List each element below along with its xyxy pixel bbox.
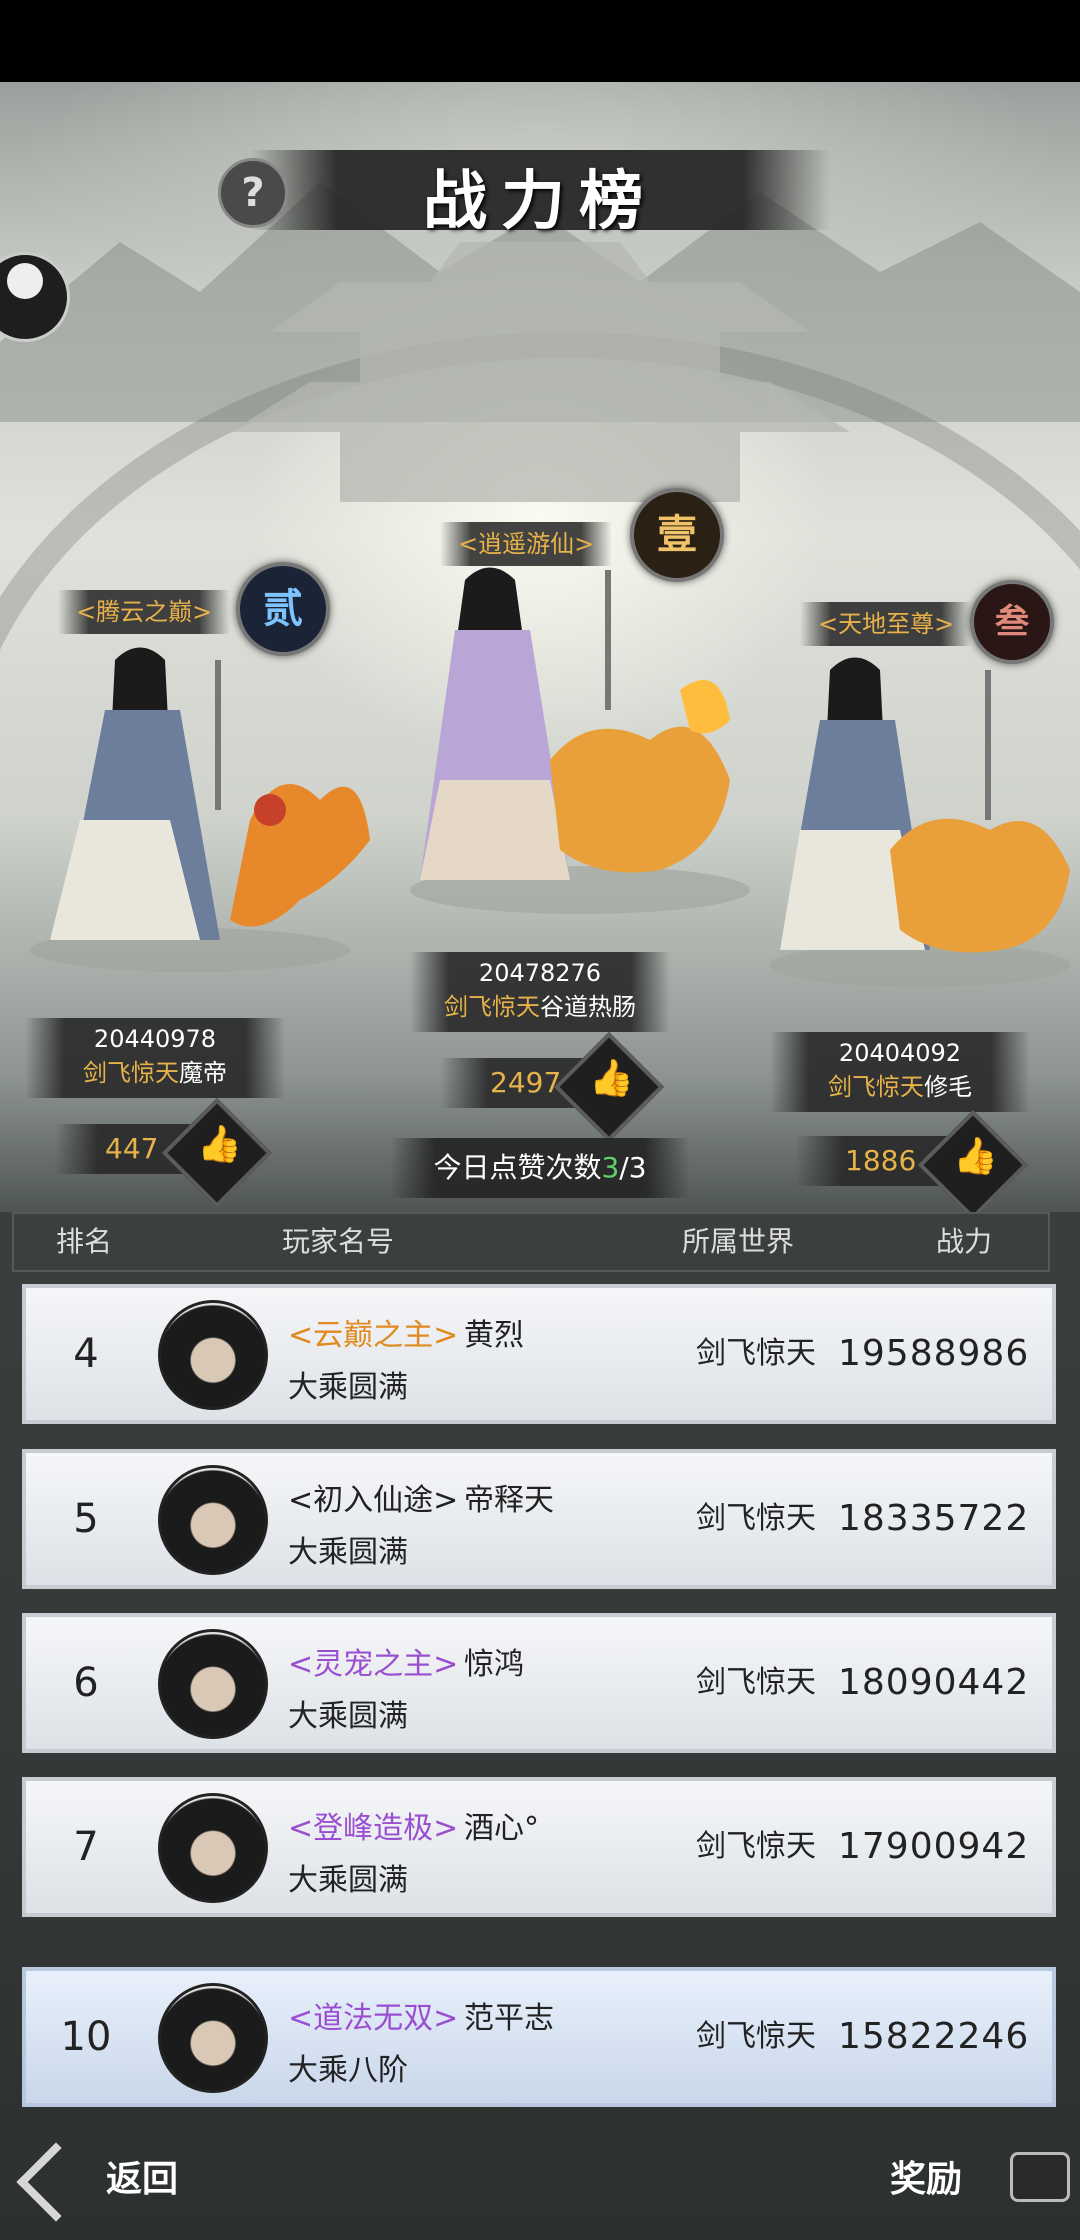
header-power: 战力 bbox=[936, 1225, 993, 1258]
player-title-tag: <道法无双> bbox=[288, 2001, 459, 2036]
thumbs-up-icon: 👍 bbox=[953, 1136, 998, 1178]
rank-2-badge: 贰 bbox=[236, 562, 330, 656]
header-player: 玩家名号 bbox=[282, 1225, 395, 1258]
rank-3-power: 20404092 bbox=[838, 1039, 962, 1067]
player-title-tag: <云巅之主> bbox=[288, 1318, 459, 1353]
rank-3-title-tag: <天地至尊> bbox=[800, 602, 973, 646]
header-world: 所属世界 bbox=[682, 1225, 795, 1258]
daily-like-total: /3 bbox=[619, 1151, 647, 1184]
player-avatar[interactable] bbox=[158, 1793, 268, 1903]
row-rank: 6 bbox=[73, 1660, 99, 1706]
self-ranking-row[interactable]: 10 <道法无双> 范平志 大乘八阶 剑飞惊天 15822246 bbox=[22, 1967, 1056, 2107]
daily-like-label: 今日点赞次数 bbox=[433, 1151, 602, 1184]
player-avatar[interactable] bbox=[158, 1629, 268, 1739]
rank-1-world: 剑飞惊天 bbox=[444, 993, 540, 1021]
table-row[interactable]: 5 <初入仙途> 帝释天 大乘圆满 剑飞惊天 18335722 bbox=[22, 1449, 1056, 1589]
player-world: 剑飞惊天 bbox=[696, 1829, 816, 1864]
table-row[interactable]: 4 <云巅之主> 黄烈 大乘圆满 剑飞惊天 19588986 bbox=[22, 1284, 1056, 1424]
back-arrow-icon bbox=[16, 2142, 96, 2222]
player-world: 剑飞惊天 bbox=[696, 2019, 816, 2054]
reward-label: 奖励 bbox=[890, 2158, 963, 2200]
player-name: 范平志 bbox=[464, 2001, 554, 2036]
thumbs-up-icon: 👍 bbox=[197, 1124, 242, 1166]
player-realm: 大乘圆满 bbox=[288, 1863, 408, 1898]
player-realm: 大乘八阶 bbox=[288, 2053, 408, 2088]
ranking-table-header: 排名 玩家名号 所属世界 战力 bbox=[12, 1212, 1050, 1272]
header-rank: 排名 bbox=[56, 1225, 113, 1258]
player-avatar[interactable] bbox=[158, 1465, 268, 1575]
player-title-tag: <灵宠之主> bbox=[288, 1647, 459, 1682]
player-title-tag: <初入仙途> bbox=[288, 1483, 459, 1518]
rank-2-power: 20440978 bbox=[93, 1025, 217, 1053]
reward-button[interactable]: 奖励 bbox=[890, 2146, 1070, 2210]
rank-1-name: 谷道热肠 bbox=[540, 993, 636, 1021]
back-button[interactable]: 返回 bbox=[16, 2142, 208, 2222]
player-name: 黄烈 bbox=[464, 1318, 524, 1353]
rank-1-power: 20478276 bbox=[478, 959, 602, 987]
row-rank: 10 bbox=[60, 2014, 112, 2060]
daily-like-counter: 今日点赞次数3/3 bbox=[390, 1138, 690, 1198]
back-label: 返回 bbox=[106, 2158, 179, 2200]
table-row[interactable]: 6 <灵宠之主> 惊鸿 大乘圆满 剑飞惊天 18090442 bbox=[22, 1613, 1056, 1753]
rank-3-world: 剑飞惊天 bbox=[828, 1073, 924, 1101]
player-avatar[interactable] bbox=[158, 1300, 268, 1410]
rank-2-title-tag: <腾云之巅> bbox=[58, 590, 231, 634]
player-power: 19588986 bbox=[838, 1333, 1030, 1374]
page-title: 战力榜 bbox=[423, 164, 657, 239]
rank-1-character-figure[interactable] bbox=[400, 560, 750, 940]
rank-2-name: 魔帝 bbox=[179, 1059, 227, 1087]
rank-2-character-figure[interactable] bbox=[20, 640, 390, 980]
player-title-tag: <登峰造极> bbox=[288, 1811, 459, 1846]
player-power: 15822246 bbox=[838, 2016, 1030, 2057]
rank-2-world: 剑飞惊天 bbox=[83, 1059, 179, 1087]
player-name: 酒心° bbox=[464, 1811, 539, 1846]
player-name: 帝释天 bbox=[464, 1483, 554, 1518]
rank-3-info: 20404092 剑飞惊天修毛 bbox=[770, 1032, 1030, 1112]
status-bar bbox=[0, 0, 1080, 82]
row-rank: 7 bbox=[73, 1824, 99, 1870]
player-realm: 大乘圆满 bbox=[288, 1370, 408, 1405]
player-avatar[interactable] bbox=[158, 1983, 268, 2093]
rank-2-info: 20440978 剑飞惊天魔帝 bbox=[25, 1018, 285, 1098]
rank-3-character-figure[interactable] bbox=[760, 650, 1080, 990]
rank-3-name: 修毛 bbox=[924, 1073, 972, 1101]
player-world: 剑飞惊天 bbox=[696, 1336, 816, 1371]
treasure-chest-icon bbox=[1010, 2152, 1070, 2202]
help-button[interactable]: ? bbox=[218, 158, 288, 228]
palace-illustration bbox=[230, 242, 850, 502]
daily-like-used: 3 bbox=[601, 1151, 620, 1184]
thumbs-up-icon: 👍 bbox=[589, 1058, 634, 1100]
row-rank: 5 bbox=[73, 1496, 99, 1542]
player-world: 剑飞惊天 bbox=[696, 1665, 816, 1700]
player-realm: 大乘圆满 bbox=[288, 1699, 408, 1734]
table-row[interactable]: 7 <登峰造极> 酒心° 大乘圆满 剑飞惊天 17900942 bbox=[22, 1777, 1056, 1917]
player-power: 18090442 bbox=[838, 1662, 1030, 1703]
player-power: 18335722 bbox=[838, 1498, 1030, 1539]
player-world: 剑飞惊天 bbox=[696, 1501, 816, 1536]
player-power: 17900942 bbox=[838, 1826, 1030, 1867]
rank-1-title-tag: <逍遥游仙> bbox=[440, 522, 613, 566]
rank-3-badge: 叁 bbox=[970, 580, 1054, 664]
player-name: 惊鸿 bbox=[464, 1647, 524, 1682]
row-rank: 4 bbox=[73, 1331, 99, 1377]
rank-1-info: 20478276 剑飞惊天谷道热肠 bbox=[410, 952, 670, 1032]
rank-1-badge: 壹 bbox=[630, 488, 724, 582]
player-realm: 大乘圆满 bbox=[288, 1535, 408, 1570]
